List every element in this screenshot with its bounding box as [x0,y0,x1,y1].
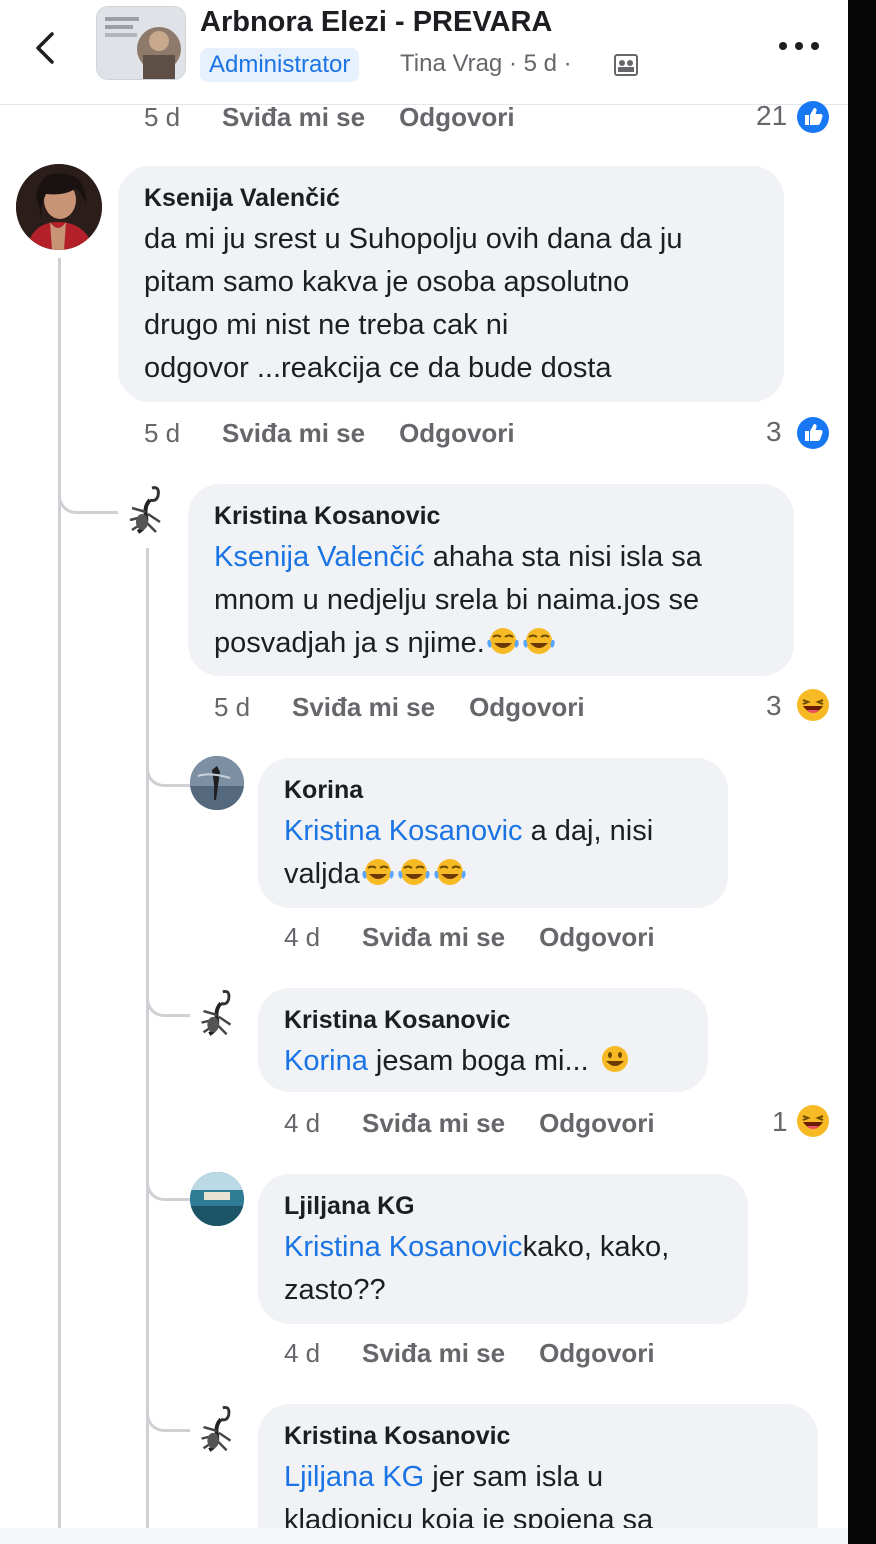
comment-actions: 4 d Sviđa mi se Odgovori [284,1338,655,1369]
mention-link[interactable]: Korina [284,1045,368,1077]
comment-time: 5 d [144,102,181,132]
grinning-emoji-icon [601,1046,628,1072]
comment-text: Korina jesam boga mi... [284,1040,633,1083]
haha-reaction-icon[interactable] [796,688,830,722]
like-button[interactable]: Sviđa mi se [362,922,505,953]
reply-button[interactable]: Odgovori [539,1108,655,1138]
comment-author[interactable]: Kristina Kosanovic [284,1422,510,1451]
administrator-badge: Administrator [200,48,360,82]
thread-line-main [58,258,61,1528]
comment-line: drugo mi nist ne treba cak ni [144,309,509,341]
reply-button[interactable]: Odgovori [469,692,585,722]
comment-actions: 5 d Sviđa mi se Odgovori [214,692,585,723]
like-button[interactable]: Sviđa mi se [362,1338,505,1369]
reply-button[interactable]: Odgovori [399,102,515,132]
tears-of-joy-emoji-icon [487,628,519,654]
avatar[interactable] [190,986,244,1040]
group-title[interactable]: Arbnora Elezi - PREVARA [200,6,552,39]
comment-author[interactable]: Korina [284,776,363,805]
comment-line: posvadjah ja s njime. [214,627,485,659]
reply-button[interactable]: Odgovori [399,418,515,448]
comment-line: kako, kako, [522,1231,670,1263]
avatar[interactable] [190,1172,244,1226]
thread-line-replies [146,548,149,1528]
mention-link[interactable]: Kristina Kosanovic [284,1231,523,1263]
comment-author[interactable]: Kristina Kosanovic [284,1006,510,1035]
comment-time: 4 d [284,922,321,952]
comment-line: odgovor ...reakcija ce da bude dosta [144,352,612,384]
mention-link[interactable]: Kristina Kosanovic [284,815,523,847]
comment-line: da mi ju srest u Suhopolju ovih dana da … [144,223,683,255]
more-options-icon[interactable] [776,36,822,56]
comment-time: 5 d [214,692,251,722]
avatar[interactable] [16,164,102,250]
thread-connector [146,1385,193,1432]
comment-time: 5 d [144,418,181,448]
avatar[interactable] [190,756,244,810]
comment-line: jer sam isla u [424,1461,604,1493]
comment-line: jesam boga mi... [367,1045,589,1077]
mention-link[interactable]: Ljiljana KG [284,1461,424,1493]
avatar[interactable] [190,1402,244,1456]
thread-connector [146,970,193,1017]
comment-actions: 5 d Sviđa mi se Odgovori [144,418,515,449]
like-button[interactable]: Sviđa mi se [362,1108,505,1139]
comment-line: mnom u nedjelju srela bi naima.jos se [214,584,700,616]
comment-text: Kristina Kosanovickako, kako, zasto?? [284,1226,669,1312]
comment-actions: 4 d Sviđa mi se Odgovori [284,1108,655,1139]
post-meta: Tina Vrag · 5 d · [400,50,572,77]
tears-of-joy-emoji-icon [434,859,466,885]
group-privacy-icon [614,54,638,76]
comment-actions: 4 d Sviđa mi se Odgovori [284,922,655,953]
reaction-count: 3 [766,690,782,721]
tears-of-joy-emoji-icon [523,628,555,654]
comment-line: valjda [284,858,360,890]
thread-connector [146,1154,193,1201]
thread-connector [58,455,119,514]
tears-of-joy-emoji-icon [362,859,394,885]
reply-button[interactable]: Odgovori [539,922,655,952]
reaction-count: 1 [772,1106,788,1137]
comment-line: ahaha sta nisi isla sa [424,541,702,573]
prev-comment-actions: 5 d Sviđa mi se Odgovori [144,102,515,133]
tears-of-joy-emoji-icon [398,859,430,885]
group-thumbnail[interactable] [96,6,186,80]
mention-link[interactable]: Ksenija Valenčić [214,541,425,573]
thread-connector [146,740,193,787]
comment-line: zasto?? [284,1274,386,1306]
avatar[interactable] [118,482,174,538]
reaction-count: 3 [766,416,782,447]
reply-button[interactable]: Odgovori [539,1338,655,1368]
screen-edge [848,0,876,1544]
comment-author[interactable]: Ksenija Valenčić [144,184,340,213]
comment-time: 4 d [284,1108,321,1138]
comment-author[interactable]: Kristina Kosanovic [214,502,440,531]
comment-text: da mi ju srest u Suhopolju ovih dana da … [144,218,682,390]
like-button[interactable]: Sviđa mi se [222,102,365,133]
like-reaction-icon[interactable] [796,416,830,450]
comment-time: 4 d [284,1338,321,1368]
comment-text: Kristina Kosanovic a daj, nisi valjda [284,810,653,896]
comment-author[interactable]: Ljiljana KG [284,1192,415,1221]
like-button[interactable]: Sviđa mi se [292,692,435,723]
haha-reaction-icon[interactable] [796,1104,830,1138]
back-arrow-icon[interactable] [26,28,66,68]
comment-line: a daj, nisi [522,815,654,847]
comment-text: Ksenija Valenčić ahaha sta nisi isla sa … [214,536,702,665]
bottom-edge [0,1528,848,1544]
post-header: Arbnora Elezi - PREVARA Administrator Ti… [0,0,848,105]
like-reaction-icon[interactable] [796,100,830,134]
comment-line: pitam samo kakva je osoba apsolutno [144,266,630,298]
reaction-count: 21 [756,100,788,131]
like-button[interactable]: Sviđa mi se [222,418,365,449]
